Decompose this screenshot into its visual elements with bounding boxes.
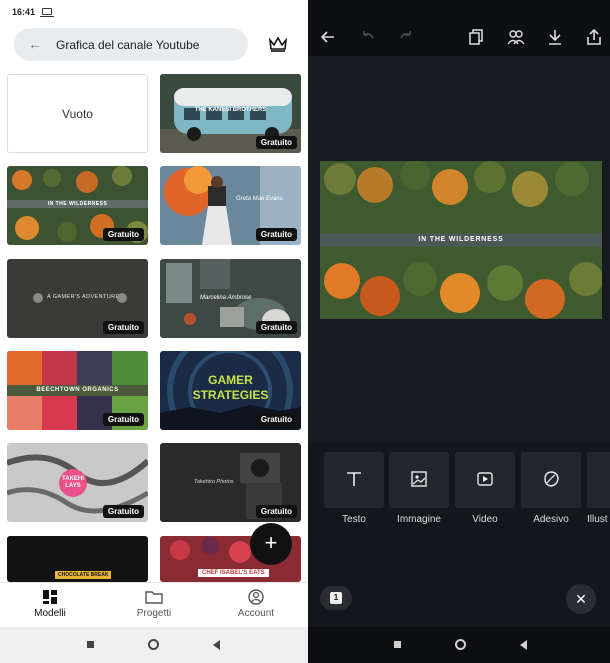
editor-toolbar	[308, 0, 610, 56]
tab-account[interactable]: Account	[228, 589, 284, 619]
tool-text[interactable]	[324, 452, 384, 508]
tab-progetti-label: Progetti	[136, 608, 172, 619]
back-arrow-icon[interactable]	[320, 29, 336, 45]
template-title-line2: STRATEGIES	[192, 388, 269, 402]
template-title-line2: LAYS	[65, 483, 81, 489]
share-upload-icon[interactable]	[586, 29, 602, 45]
share-people-icon[interactable]	[507, 29, 525, 45]
free-badge: Gratuito	[102, 413, 144, 426]
template-card[interactable]: TAKEHI LAYS Gratuito	[7, 443, 148, 522]
template-title: BEECHTOWN ORGANICS	[7, 385, 148, 396]
tool-video[interactable]	[455, 452, 515, 508]
free-badge: Gratuito	[255, 228, 297, 241]
gamepad-icon	[117, 293, 127, 303]
template-card[interactable]: BEECHTOWN ORGANICS Gratuito	[7, 351, 148, 430]
tab-modelli-label: Modelli	[34, 608, 66, 619]
editor-bottom-bar	[308, 578, 610, 627]
free-badge: Gratuito	[255, 505, 297, 518]
screen: 16:41 ✱ ▯ ◠ ▲ 46 ← Grafica del canale Yo…	[0, 0, 610, 663]
template-card[interactable]: A GAMER'S ADVENTURES Gratuito	[7, 259, 148, 338]
tool-video-label: Video	[472, 514, 498, 525]
crown-icon[interactable]	[268, 36, 288, 52]
download-icon[interactable]	[547, 29, 563, 45]
tool-illustration[interactable]	[587, 452, 610, 508]
free-badge: Gratuito	[102, 228, 144, 241]
free-badge: Gratuito	[255, 136, 297, 149]
plus-circle-icon	[33, 293, 43, 303]
text-icon	[347, 472, 361, 486]
template-title: A GAMER'S ADVENTURES	[47, 294, 124, 300]
tool-image-label: Immagine	[397, 514, 441, 525]
tool-sticker-label: Adesivo	[533, 514, 569, 525]
home-icon[interactable]	[148, 639, 159, 650]
template-title-line1: GAMER	[208, 373, 253, 387]
back-icon[interactable]	[520, 640, 527, 650]
free-badge: Gratuito	[102, 321, 144, 334]
image-icon	[411, 471, 427, 487]
close-button[interactable]: ✕	[566, 584, 596, 614]
back-icon[interactable]	[213, 640, 220, 650]
design-title-band[interactable]: IN THE WILDERNESS	[320, 233, 602, 247]
sticker-icon	[544, 471, 559, 487]
tab-progetti[interactable]: Progetti	[126, 589, 182, 619]
editor-pane: IN THE WILDERNESS Testo Immagine Video A…	[308, 0, 610, 663]
template-title-line1: TAKEHI	[62, 476, 84, 482]
template-title: Greta Mae Evans	[236, 196, 283, 202]
bottom-tab-bar: Modelli Progetti Account	[0, 582, 308, 627]
template-title: IN THE WILDERNESS	[7, 200, 148, 208]
template-card[interactable]: Marcelina Ambrose Gratuito	[160, 259, 301, 338]
template-card[interactable]: CHOCOLATE BREAK	[7, 536, 148, 582]
tool-image[interactable]	[389, 452, 449, 508]
home-icon[interactable]	[455, 639, 466, 650]
template-card[interactable]: THE KANESI BROTHERS Gratuito	[160, 74, 301, 153]
blank-label: Vuoto	[62, 106, 93, 121]
recents-icon[interactable]	[394, 641, 401, 648]
templates-icon	[43, 590, 57, 604]
template-card[interactable]: GAMER STRATEGIES Gratuito	[160, 351, 301, 430]
system-nav-bar	[0, 627, 308, 663]
page-selector-button[interactable]: 1	[320, 586, 352, 610]
template-browser-pane: 16:41 ✱ ▯ ◠ ▲ 46 ← Grafica del canale Yo…	[0, 0, 308, 663]
status-time: 16:41	[12, 7, 36, 17]
search-bar[interactable]: ← Grafica del canale Youtube	[14, 28, 248, 61]
tab-modelli[interactable]: Modelli	[22, 589, 78, 619]
system-nav-bar-right	[308, 627, 610, 663]
template-title: Takehiro Photos	[194, 479, 234, 485]
template-title: Marcelina Ambrose	[200, 295, 252, 301]
tool-illustration-label: Illust	[587, 514, 608, 525]
folder-icon	[145, 591, 163, 604]
status-bar: 16:41 ✱ ▯ ◠ ▲ 46	[0, 0, 308, 24]
undo-icon[interactable]	[360, 29, 376, 45]
template-title: CHOCOLATE BREAK	[55, 571, 112, 579]
template-title: THE KANESI BROTHERS	[194, 107, 267, 113]
video-icon	[477, 472, 493, 486]
tool-sticker[interactable]	[521, 452, 581, 508]
template-card[interactable]: Greta Mae Evans Gratuito	[160, 166, 301, 245]
free-badge: Gratuito	[102, 505, 144, 518]
template-title: CHEF ISABEL'S EATS	[198, 569, 269, 577]
tab-account-label: Account	[237, 608, 275, 619]
template-blank[interactable]: Vuoto	[7, 74, 148, 153]
template-card[interactable]: Takehiro Photos Gratuito	[160, 443, 301, 522]
add-fab-button[interactable]: +	[250, 523, 292, 565]
template-card[interactable]: IN THE WILDERNESS Gratuito	[7, 166, 148, 245]
account-icon	[248, 589, 264, 605]
tool-text-label: Testo	[342, 514, 366, 525]
free-badge: Gratuito	[255, 413, 297, 426]
search-input[interactable]: Grafica del canale Youtube	[56, 38, 199, 52]
page-number: 1	[330, 592, 342, 604]
redo-icon[interactable]	[398, 29, 414, 45]
back-arrow-icon[interactable]: ←	[28, 36, 42, 52]
laptop-icon	[40, 8, 54, 17]
recents-icon[interactable]	[87, 641, 94, 648]
free-badge: Gratuito	[255, 321, 297, 334]
copy-page-icon[interactable]	[468, 29, 484, 45]
